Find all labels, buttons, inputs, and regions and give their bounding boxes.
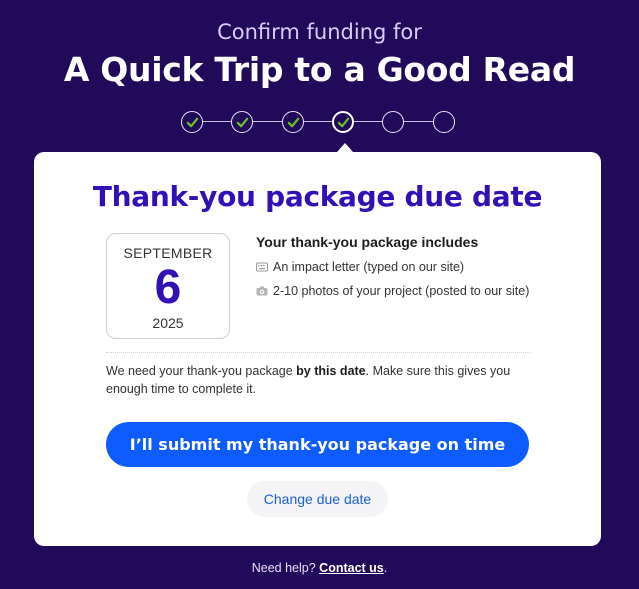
include-item-text: 2-10 photos of your project (posted to o…	[273, 284, 530, 298]
submit-on-time-button[interactable]: I’ll submit my thank-you package on time	[106, 422, 529, 467]
due-date-month: SEPTEMBER	[123, 245, 213, 261]
progress-step-2	[231, 111, 253, 133]
divider	[106, 352, 530, 353]
progress-step-6	[433, 111, 455, 133]
progress-steps	[181, 111, 456, 133]
progress-step-4-current	[332, 111, 354, 133]
check-icon	[236, 117, 248, 127]
footer-text: Need help?	[251, 561, 320, 575]
package-includes: Your thank-you package includes An impac…	[256, 234, 546, 306]
contact-us-link[interactable]: Contact us	[319, 561, 384, 575]
check-icon	[287, 117, 299, 127]
progress-step-1	[181, 111, 203, 133]
progress-step-3	[282, 111, 304, 133]
progress-step-5	[382, 111, 404, 133]
includes-title: Your thank-you package includes	[256, 234, 479, 250]
check-icon	[337, 117, 349, 127]
due-date-note: We need your thank-you package by this d…	[106, 362, 536, 398]
footer-help: Need help? Contact us.	[0, 561, 639, 575]
page-title: A Quick Trip to a Good Read	[63, 50, 576, 89]
check-icon	[186, 117, 198, 127]
progress-line	[191, 121, 443, 122]
list-item: An impact letter (typed on our site)	[256, 258, 546, 276]
camera-icon	[256, 286, 268, 296]
card-pointer	[337, 143, 353, 152]
list-item: 2-10 photos of your project (posted to o…	[256, 282, 546, 300]
due-date-year: 2025	[152, 315, 184, 331]
due-date-day: 6	[154, 261, 182, 314]
note-text: We need your thank-you package	[106, 364, 297, 378]
card-title: Thank-you package due date	[92, 180, 543, 213]
keyboard-icon	[256, 262, 268, 272]
footer-period: .	[383, 561, 388, 575]
change-due-date-button[interactable]: Change due date	[247, 481, 388, 517]
include-item-text: An impact letter (typed on our site)	[273, 260, 465, 274]
due-date-card: Thank-you package due date SEPTEMBER 6 2…	[34, 152, 601, 546]
note-emphasis: by this date	[296, 364, 366, 378]
header-subtitle: Confirm funding for	[217, 20, 422, 44]
due-date-calendar: SEPTEMBER 6 2025	[106, 233, 230, 339]
